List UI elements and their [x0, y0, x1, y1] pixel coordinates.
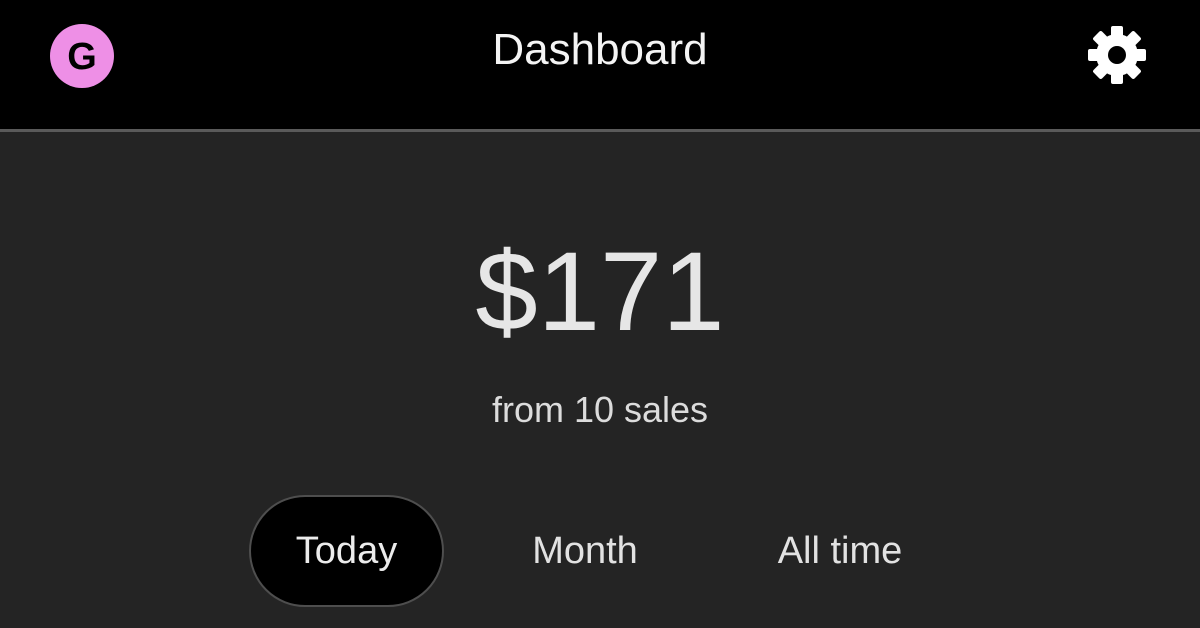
dashboard-screen: G Dashboard $171 from 10 sales Today Mon… — [0, 0, 1200, 628]
tab-label: All time — [777, 529, 903, 572]
tab-label: Today — [295, 529, 398, 572]
sales-count-text: from 10 sales — [491, 389, 709, 430]
tab-label: Month — [532, 529, 638, 572]
top-bar: G Dashboard — [0, 0, 1200, 132]
tab-month[interactable]: Month — [490, 495, 680, 607]
settings-button[interactable] — [1086, 24, 1148, 86]
tab-today[interactable]: Today — [249, 495, 444, 607]
revenue-amount: $171 — [475, 229, 725, 354]
tab-all-time[interactable]: All time — [735, 495, 945, 607]
page-title: Dashboard — [492, 25, 708, 74]
gear-icon — [1088, 26, 1146, 84]
